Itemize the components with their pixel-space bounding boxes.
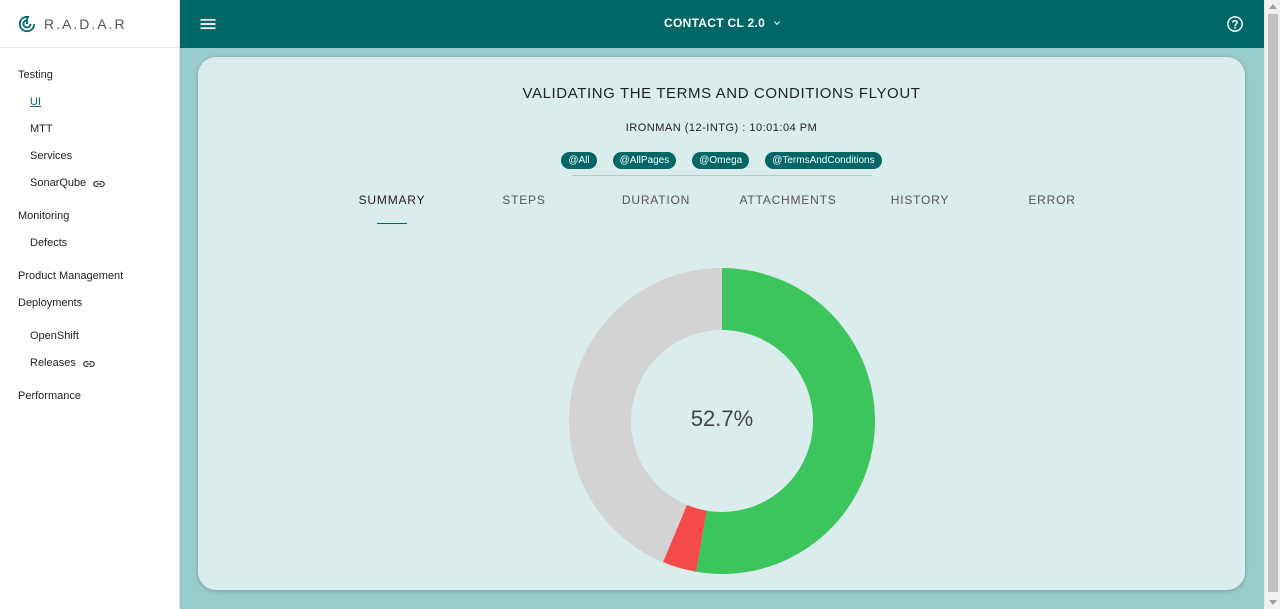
link-icon bbox=[93, 180, 106, 187]
help-circle-icon[interactable] bbox=[1226, 15, 1244, 33]
tab-attachments[interactable]: ATTACHMENTS bbox=[722, 193, 854, 225]
sidebar-section-monitoring[interactable]: Monitoring bbox=[0, 203, 179, 230]
sidebar-item-label: MTT bbox=[30, 123, 53, 135]
tab-steps[interactable]: STEPS bbox=[458, 193, 590, 225]
hamburger-menu-icon[interactable] bbox=[198, 14, 218, 34]
sidebar-item-sonarqube[interactable]: SonarQube bbox=[0, 170, 179, 197]
radar-icon bbox=[18, 15, 36, 32]
sidebar-item-label: Services bbox=[30, 150, 73, 162]
sidebar: R.A.D.A.R Testing UI MTT Services SonarQ… bbox=[0, 0, 180, 609]
sidebar-section-testing[interactable]: Testing bbox=[0, 62, 179, 89]
app-name: R.A.D.A.R bbox=[44, 15, 127, 32]
tag-chip[interactable]: @AllPages bbox=[612, 152, 677, 169]
tab-history[interactable]: HISTORY bbox=[854, 193, 986, 225]
tab-duration[interactable]: DURATION bbox=[590, 193, 722, 225]
sidebar-item-label: Defects bbox=[30, 237, 68, 249]
sidebar-nav: Testing UI MTT Services SonarQube Monito… bbox=[0, 48, 179, 410]
sidebar-section-deployments[interactable]: Deployments bbox=[0, 290, 179, 317]
sidebar-item-label: UI bbox=[30, 96, 41, 108]
sidebar-item-ui[interactable]: UI bbox=[0, 89, 179, 116]
sidebar-item-label: OpenShift bbox=[30, 330, 79, 342]
detail-tabs: SUMMARY STEPS DURATION ATTACHMENTS HISTO… bbox=[326, 193, 1118, 225]
summary-donut-chart: 52.7% bbox=[568, 267, 876, 575]
top-bar: CONTACT CL 2.0 bbox=[180, 0, 1264, 48]
chevron-down-icon bbox=[774, 21, 781, 25]
test-title: VALIDATING THE TERMS AND CONDITIONS FLYO… bbox=[522, 85, 921, 102]
tag-chip[interactable]: @Omega bbox=[692, 152, 750, 169]
scrollbar-thumb[interactable] bbox=[1268, 14, 1278, 592]
project-name: CONTACT CL 2.0 bbox=[664, 16, 766, 30]
test-run-info: IRONMAN (12-INTG) : 10:01:04 PM bbox=[625, 122, 818, 134]
scroll-up-arrow-icon[interactable] bbox=[1269, 4, 1277, 9]
sidebar-item-openshift[interactable]: OpenShift bbox=[0, 323, 179, 350]
scroll-down-arrow-icon[interactable] bbox=[1269, 600, 1277, 605]
vertical-scrollbar[interactable] bbox=[1264, 0, 1280, 609]
divider bbox=[572, 175, 872, 176]
tag-chip[interactable]: @All bbox=[561, 152, 597, 169]
project-selector[interactable]: CONTACT CL 2.0 bbox=[664, 16, 783, 30]
sidebar-item-releases[interactable]: Releases bbox=[0, 350, 179, 377]
pass-percentage: 52.7% bbox=[690, 406, 754, 431]
link-icon bbox=[83, 360, 95, 367]
sidebar-item-services[interactable]: Services bbox=[0, 143, 179, 170]
tag-chip[interactable]: @TermsAndConditions bbox=[765, 152, 882, 169]
brand[interactable]: R.A.D.A.R bbox=[0, 0, 179, 48]
sidebar-item-label: SonarQube bbox=[30, 177, 87, 189]
sidebar-item-label: Releases bbox=[30, 357, 76, 369]
sidebar-item-defects[interactable]: Defects bbox=[0, 230, 179, 257]
tag-list: @All @AllPages @Omega @TermsAndCondition… bbox=[198, 152, 1245, 169]
tab-summary[interactable]: SUMMARY bbox=[326, 193, 458, 225]
sidebar-item-mtt[interactable]: MTT bbox=[0, 116, 179, 143]
sidebar-section-product-management[interactable]: Product Management bbox=[0, 263, 179, 290]
test-detail-card: VALIDATING THE TERMS AND CONDITIONS FLYO… bbox=[198, 57, 1245, 590]
sidebar-section-performance[interactable]: Performance bbox=[0, 383, 179, 410]
tab-error[interactable]: ERROR bbox=[986, 193, 1118, 225]
